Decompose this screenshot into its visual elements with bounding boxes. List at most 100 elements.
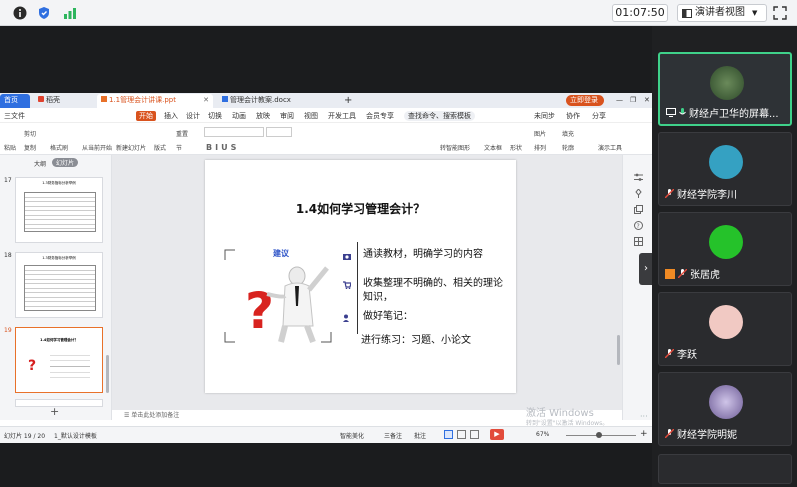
add-slide-button[interactable]: + [50,405,59,418]
minimize-icon[interactable]: — [612,94,623,108]
picture-button[interactable]: 图片 [534,129,546,138]
new-slide-button[interactable]: 新建幻灯片 [116,143,146,152]
svg-text:?: ? [637,223,640,230]
menu-slideshow[interactable]: 放映 [256,111,270,121]
beautify-button[interactable]: 智能美化 [340,431,364,440]
participant-card[interactable] [658,454,792,484]
participant-name: 财经学院明妮 [677,430,737,441]
share-button[interactable]: 分享 [592,111,606,121]
section-button[interactable]: 节 [176,143,182,152]
panel-expand-button[interactable]: › [639,253,653,285]
menu-insert[interactable]: 插入 [164,111,178,121]
question-figure-illustration: ? [224,249,332,344]
normal-view-icon[interactable] [444,430,453,439]
participant-name-row: 张居虎 [665,266,720,281]
wps-menu-bar: 三文件 开始 插入 设计 切换 动画 放映 审阅 视图 开发工具 会员专享 查找… [0,108,652,123]
font-select[interactable] [204,127,264,137]
tab-home[interactable]: 首页 [0,94,30,108]
shared-screen-bottom [0,443,652,487]
participant-name-row: 财经卢卫华的屏幕... [666,105,779,120]
grid-icon[interactable] [634,237,643,246]
paste-button[interactable]: 粘贴 [4,143,16,152]
text-format-icons[interactable]: BIUS [206,143,239,152]
menu-developer[interactable]: 开发工具 [328,111,356,121]
tab-docer[interactable]: 稻壳 [34,94,90,108]
remarks-button[interactable]: 三备注 [384,431,402,440]
signal-icon[interactable] [62,5,78,21]
zoom-level[interactable]: 67% [536,431,549,438]
zoom-in-icon[interactable]: + [640,429,648,439]
copy-button[interactable]: 复制 [24,143,36,152]
slide-thumbnail-selected[interactable]: 1.4如何学习管理会计？ ? [15,327,103,393]
mic-muted-icon [665,349,674,358]
fullscreen-icon[interactable] [773,5,789,21]
help-icon[interactable]: ? [634,221,643,230]
sorter-view-icon[interactable] [457,430,466,439]
menu-member[interactable]: 会员专享 [366,111,394,121]
participant-card[interactable]: 财经学院李川 [658,132,792,206]
camera-icon [343,254,351,260]
fill-button[interactable]: 填充 [562,129,574,138]
outline-tab[interactable]: 大纲 [34,159,46,168]
slides-tab[interactable]: 幻灯片 [52,158,79,167]
presentation-tools-button[interactable]: 演示工具 [598,143,622,152]
comments-button[interactable]: 批注 [414,431,426,440]
new-tab-button[interactable]: + [340,94,354,108]
collaborate-button[interactable]: 协作 [566,111,580,121]
close-icon[interactable]: ✕ [203,94,209,107]
menu-design[interactable]: 设计 [186,111,200,121]
theme-name[interactable]: 1_默认设计模板 [54,431,97,440]
participant-card[interactable]: 李跃 [658,292,792,366]
slide-thumbnail[interactable]: 1.3财务指标分析举例 [15,252,103,318]
reset-button[interactable]: 重置 [176,129,188,138]
format-painter-button[interactable]: 格式刷 [50,143,68,152]
thumb-table [24,265,96,311]
shield-icon[interactable] [36,5,52,21]
font-size-select[interactable] [266,127,292,137]
participant-card[interactable]: 张居虎 [658,212,792,286]
shape-button[interactable]: 形状 [510,143,522,152]
smart-art-button[interactable]: 转智能图形 [440,143,470,152]
restore-icon[interactable]: ❐ [626,94,636,108]
participant-card-active-speaker[interactable]: 财经卢卫华的屏幕... [658,52,792,126]
pin-icon[interactable] [634,189,643,198]
cut-button[interactable]: 剪切 [24,129,36,138]
slide-thumbnail[interactable]: 1.3财务指标分析举例 [15,177,103,243]
right-tool-sidebar: ? › [622,155,653,420]
settings-sliders-icon[interactable] [634,173,643,182]
window-close-icon[interactable]: ✕ [640,94,650,108]
layout-button[interactable]: 版式 [154,143,166,152]
advice-label: 建议 [273,249,289,258]
copy-icon[interactable] [634,205,643,214]
menu-file[interactable]: 三文件 [4,111,25,121]
outline-button[interactable]: 轮廓 [562,143,574,152]
current-slide[interactable]: 1.4如何学习管理会计？ ? 建议 通读教材，明确学习的内容 收集整理不明确的、… [205,160,516,393]
textbox-button[interactable]: 文本框 [484,143,502,152]
arrange-button[interactable]: 排列 [534,143,546,152]
reading-view-icon[interactable] [470,430,479,439]
wps-window: 首页 稻壳 1.1管理会计讲课.ppt ✕ 管理会计教案.docx + 立即登录… [0,93,653,443]
from-current-button[interactable]: 从当前开始 [82,143,112,152]
thumb-title: 1.3财务指标分析举例 [42,256,76,260]
tab-docer-label: 稻壳 [46,96,60,104]
canvas-scrollbar[interactable] [617,335,620,365]
menu-transition[interactable]: 切换 [208,111,222,121]
menu-view[interactable]: 视图 [304,111,318,121]
more-icon[interactable]: ··· [640,412,648,421]
docer-icon [38,96,44,102]
info-icon[interactable] [12,5,28,21]
sync-status[interactable]: 未同步 [534,111,555,121]
presenter-view-dropdown[interactable]: 演讲者视图 ▼ [677,4,767,22]
login-button[interactable]: 立即登录 [566,95,604,106]
participant-card[interactable]: 财经学院明妮 [658,372,792,446]
thumbnail-scrollbar[interactable] [106,355,109,393]
menu-animation[interactable]: 动画 [232,111,246,121]
menu-start[interactable]: 开始 [136,111,156,121]
tab-ppt-file[interactable]: 1.1管理会计讲课.ppt ✕ [97,94,213,108]
tab-docx-file[interactable]: 管理会计教案.docx [218,94,336,108]
search-command-input[interactable]: 查找命令、搜索模板 [404,111,475,121]
menu-review[interactable]: 审阅 [280,111,294,121]
zoom-slider-handle[interactable] [596,432,602,438]
play-button[interactable]: ▶ [490,429,504,440]
activation-watermark: 激活 Windows [526,408,594,419]
